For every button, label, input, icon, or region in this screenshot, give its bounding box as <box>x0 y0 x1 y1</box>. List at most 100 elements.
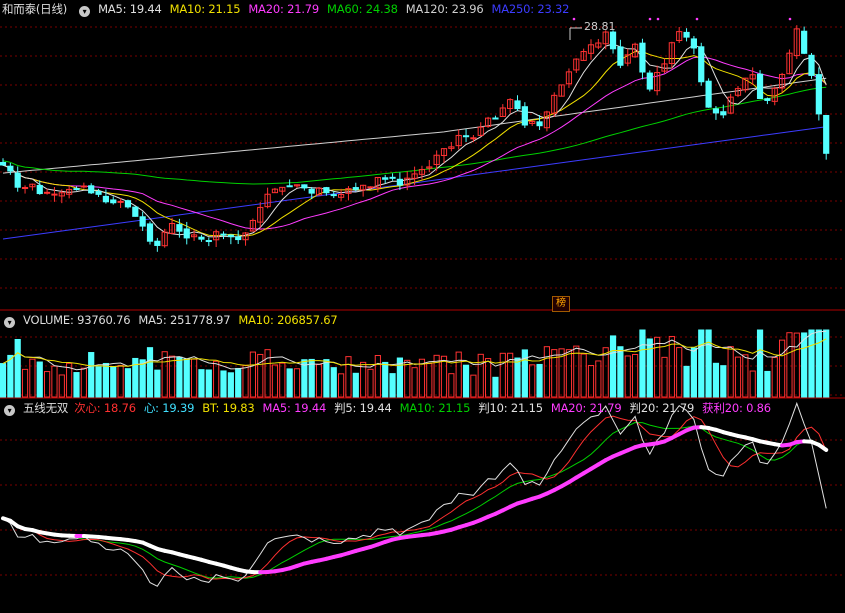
volume-bar <box>352 372 359 398</box>
candle <box>698 46 705 83</box>
volume-bar <box>293 368 301 398</box>
collapse-icon[interactable]: ▾ <box>4 317 15 328</box>
candle <box>609 31 617 50</box>
volume-bar <box>418 358 426 398</box>
candle <box>683 31 690 38</box>
volume-bar <box>117 364 124 398</box>
volume-bar <box>58 374 65 398</box>
candle <box>117 200 124 203</box>
volume-bar <box>249 351 257 398</box>
volume-bar <box>779 339 786 398</box>
signal-dot <box>695 17 699 21</box>
volume-bar <box>632 353 639 398</box>
high-price-label: 28.81 <box>584 20 616 33</box>
candle <box>492 117 499 120</box>
candle <box>139 216 146 227</box>
volume-bar <box>720 365 727 398</box>
volume-bar <box>220 370 227 398</box>
candle <box>124 200 132 208</box>
volume-bar <box>7 354 14 398</box>
candle <box>367 186 374 189</box>
volume-bar <box>801 332 808 398</box>
candle <box>95 191 102 195</box>
indicator-legend-item-7: MA20: 21.79 <box>550 401 622 415</box>
candle <box>462 135 470 138</box>
volume-legend: ▾ VOLUME: 93760.76 MA5: 251778.97 MA10: 206… <box>0 311 354 329</box>
volume-bar <box>676 347 683 398</box>
main-legend-item-3: MA60: 24.38 <box>327 2 398 16</box>
volume-bar <box>440 355 448 398</box>
candle <box>470 137 477 140</box>
stock-title: 和而泰(日线) <box>2 2 68 16</box>
candle <box>73 188 80 191</box>
volume-bar <box>698 329 705 398</box>
candle <box>301 184 308 189</box>
collapse-icon[interactable]: ▾ <box>4 405 15 416</box>
volume-bar <box>470 374 477 398</box>
volume-bar <box>756 329 764 398</box>
volume-bar <box>183 358 190 398</box>
rank-badge[interactable]: 榜 <box>552 296 570 312</box>
volume-bar <box>176 356 183 398</box>
candle <box>646 72 653 90</box>
volume-bar <box>389 373 396 398</box>
collapse-icon[interactable]: ▾ <box>79 6 91 17</box>
candle <box>183 228 190 239</box>
signal-dot <box>648 17 652 21</box>
candle <box>198 236 205 240</box>
volume-bar <box>529 364 536 398</box>
candle <box>514 100 521 110</box>
volume-bar <box>279 362 286 398</box>
candle <box>88 185 95 194</box>
candle <box>80 185 87 188</box>
indicator-legend-item-9: 获利20: 0.86 <box>702 401 771 415</box>
candle <box>823 114 830 154</box>
volume-bar <box>609 335 617 398</box>
indicator-legend-item-2: BT: 19.83 <box>202 401 255 415</box>
volume-bar <box>521 349 528 398</box>
candle <box>176 224 183 232</box>
volume-bar <box>455 351 462 398</box>
volume-bar <box>705 329 712 398</box>
candle <box>154 240 161 246</box>
indicator-legend-item-4: 判5: 19.44 <box>334 401 392 415</box>
volume-bar <box>110 366 117 398</box>
candle <box>36 184 43 195</box>
volume-bar <box>793 332 800 398</box>
main-legend: 和而泰(日线) ▾ MA5: 19.44 MA10: 21.15 MA20: 21.79… <box>0 0 585 18</box>
candle <box>815 74 822 115</box>
candle <box>712 108 720 114</box>
volume-bar <box>29 358 36 398</box>
volume-bar <box>543 346 550 398</box>
volume-bar <box>411 367 418 398</box>
volume-bar <box>462 364 470 398</box>
volume-bar <box>213 360 220 398</box>
indicator-sub-line <box>2 415 827 580</box>
main-legend-item-0: MA5: 19.44 <box>98 2 162 16</box>
candle <box>808 54 815 76</box>
volume-bar <box>338 373 345 398</box>
candle <box>146 223 154 242</box>
candle <box>205 240 212 243</box>
volume-bar <box>102 362 110 398</box>
indicator-legend-item-6: 判10: 21.15 <box>478 401 543 415</box>
volume-bar <box>771 357 778 398</box>
signal-dot <box>572 17 576 21</box>
indicator-legend-item-3: MA5: 19.44 <box>262 401 327 415</box>
volume-bar <box>36 361 43 398</box>
candle <box>227 234 234 238</box>
candle <box>110 199 117 204</box>
volume-bar <box>95 366 102 398</box>
indicator-legend-item-8: 判20: 21.79 <box>629 401 695 415</box>
volume-bar <box>271 364 279 398</box>
volume-bar <box>382 361 389 398</box>
volume-bar <box>683 365 690 398</box>
volume-bar <box>690 347 697 398</box>
volume-bar <box>198 369 205 398</box>
volume-bar <box>242 364 249 398</box>
volume-bar <box>330 367 337 398</box>
volume-bar <box>617 346 624 398</box>
volume-bar <box>80 367 87 398</box>
indicator-legend-item-0: 次心: 18.76 <box>74 401 136 415</box>
candle <box>639 42 646 73</box>
